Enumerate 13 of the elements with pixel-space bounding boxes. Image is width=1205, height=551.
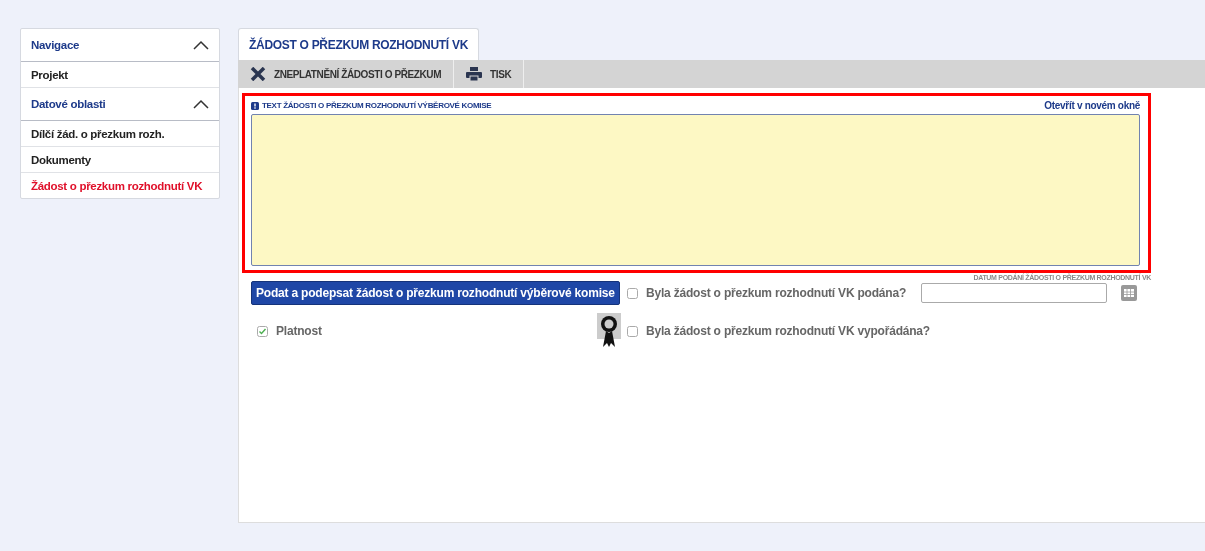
submit-sign-button[interactable]: Podat a podepsat žádost o přezkum rozhodnutí výběrové komise xyxy=(251,281,620,305)
field-label: TEXT ŽÁDOSTI O PŘEZKUM ROZHODNUTÍ VÝBĚROVÉ KOMISE xyxy=(262,101,492,110)
sidebar-item[interactable]: Projekt xyxy=(21,62,219,88)
section-header[interactable]: Datové oblasti xyxy=(21,88,219,121)
checkbox-label: Byla žádost o přezkum rozhodnutí VK vypořádána? xyxy=(646,324,930,338)
checkbox-label: Platnost xyxy=(276,324,322,338)
sidebar-item[interactable]: Dílčí žád. o přezkum rozh. xyxy=(21,121,219,147)
tab[interactable]: ŽÁDOST O PŘEZKUM ROZHODNUTÍ VK xyxy=(238,28,479,60)
section-header[interactable]: Navigace xyxy=(21,29,219,62)
open-in-new-window-link[interactable]: Otevřít v novém okně xyxy=(1044,100,1140,111)
sidebar-item[interactable]: Žádost o přezkum rozhodnutí VK xyxy=(21,173,219,198)
checkbox-label: Byla žádost o přezkum rozhodnutí VK podána? xyxy=(646,286,907,300)
sidebar-item[interactable]: Dokumenty xyxy=(21,147,219,173)
